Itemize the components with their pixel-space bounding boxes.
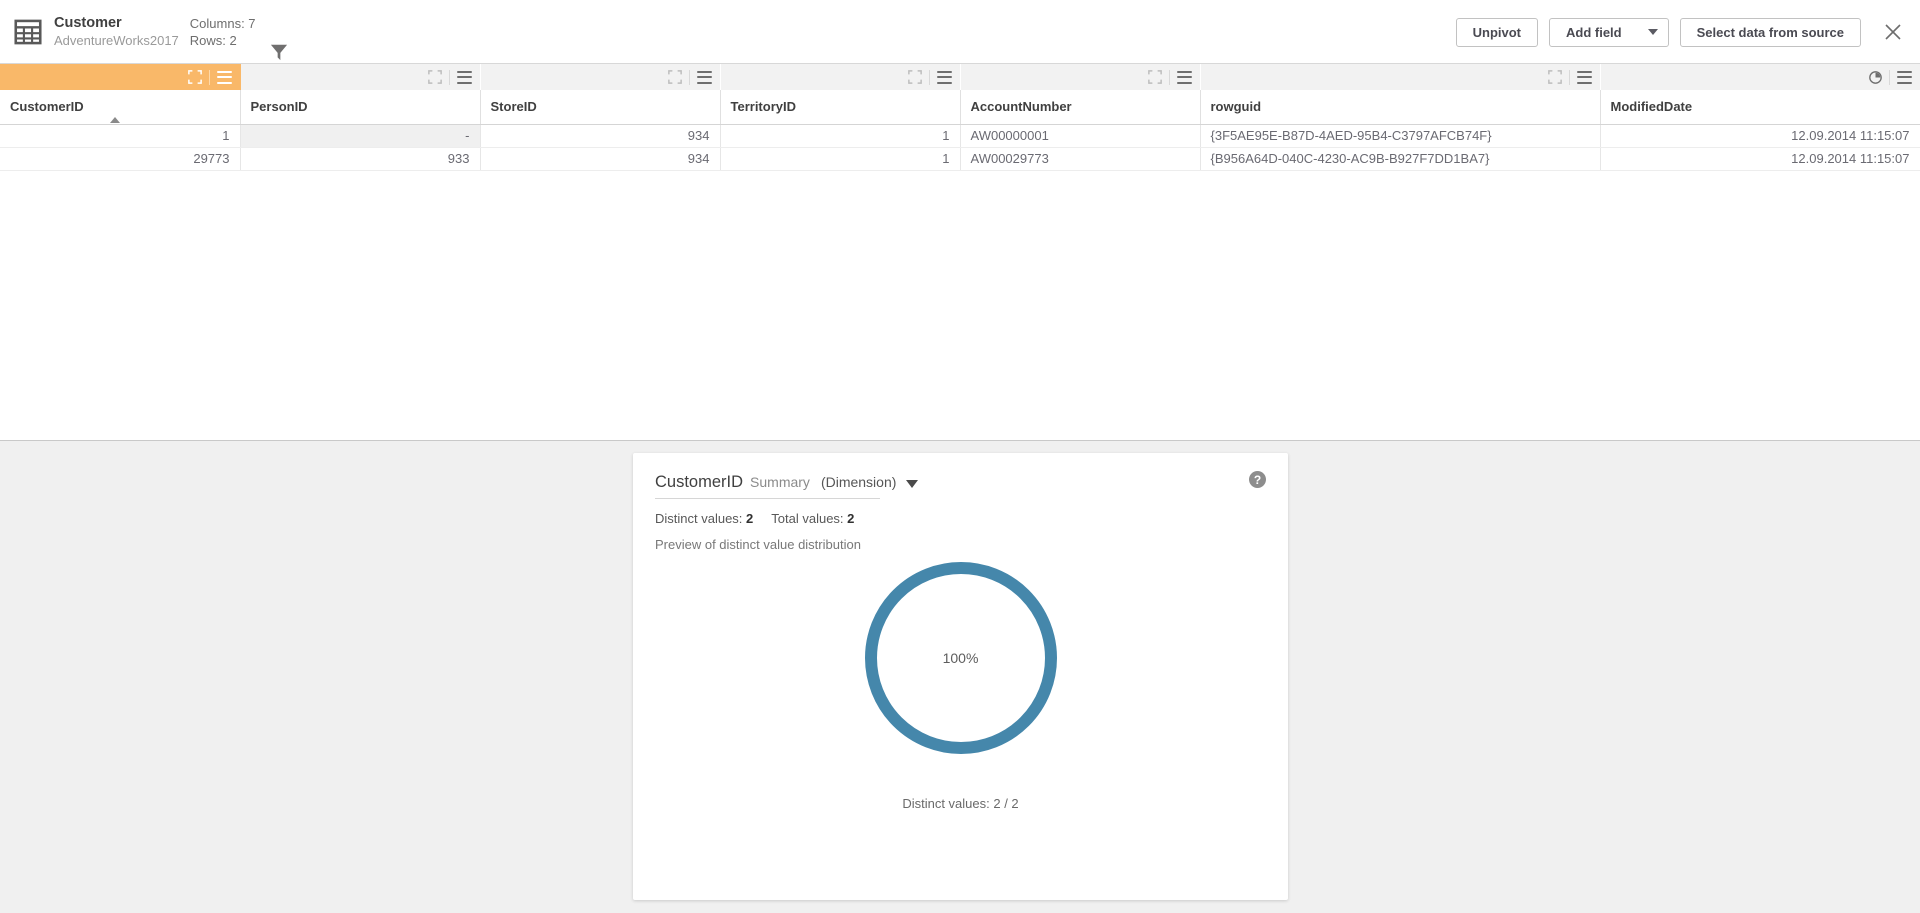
cell-TerritoryID[interactable]: 1	[720, 147, 961, 171]
expand-icon[interactable]	[907, 70, 922, 84]
tool-separator	[1168, 69, 1170, 85]
table-source: AdventureWorks2017	[54, 32, 179, 48]
cell-TerritoryID[interactable]: 1	[720, 124, 961, 148]
tool-separator	[1888, 69, 1890, 85]
close-icon[interactable]	[1880, 19, 1906, 45]
distinct-values-value: 2	[746, 511, 754, 526]
tool-separator	[688, 69, 690, 85]
column-header-label: ModifiedDate	[1610, 99, 1693, 115]
menu-icon[interactable]	[1576, 70, 1592, 84]
summary-field-name: CustomerID	[655, 473, 744, 491]
data-table-area: CustomerID PersonID StoreID TerritoryID Acco…	[0, 64, 1920, 440]
distinct-values-stat: Distinct values: 2	[655, 511, 753, 526]
menu-icon[interactable]	[696, 70, 712, 84]
column-tools-StoreID	[480, 64, 721, 90]
cell-rowguid[interactable]: {3F5AE95E-B87D-4AED-95B4-C3797AFCB74F}	[1200, 124, 1601, 148]
total-values-label: Total values:	[771, 511, 844, 526]
cell-ModifiedDate[interactable]: 12.09.2014 11:15:07	[1600, 124, 1920, 148]
column-header-label: CustomerID	[10, 99, 84, 115]
toolbar-actions: Unpivot Add field Select data from sourc…	[1455, 0, 1906, 64]
top-toolbar: Customer AdventureWorks2017 Columns: 7 R…	[0, 0, 1920, 64]
sort-ascending-icon	[110, 116, 120, 123]
field-summary-card: CustomerID Summary (Dimension) ? Distinc…	[633, 453, 1288, 900]
column-tools-PersonID	[240, 64, 481, 90]
cell-rowguid[interactable]: {B956A64D-040C-4230-AC9B-B927F7DD1BA7}	[1200, 147, 1601, 171]
tool-separator	[448, 69, 450, 85]
distinct-value-donut-chart: 100%	[633, 558, 1288, 788]
rows-count: Rows: 2	[189, 32, 237, 48]
column-header-ModifiedDate[interactable]: ModifiedDate	[1600, 90, 1920, 125]
help-icon[interactable]: ?	[1249, 471, 1266, 488]
tool-separator	[928, 69, 930, 85]
cell-PersonID[interactable]: 933	[240, 147, 481, 171]
columns-count: Columns: 7	[189, 15, 256, 31]
table-name: Customer	[54, 14, 122, 31]
table-title-block: Customer AdventureWorks2017	[54, 15, 179, 49]
cell-AccountNumber[interactable]: AW00029773	[960, 147, 1201, 171]
expand-icon[interactable]	[187, 70, 202, 84]
table-icon	[14, 19, 42, 44]
summary-dimension-label: (Dimension)	[820, 474, 897, 490]
column-header-CustomerID[interactable]: CustomerID	[0, 90, 241, 125]
table-counts: Columns: 7 Rows: 2	[190, 15, 262, 49]
tool-separator	[208, 69, 210, 85]
expand-icon[interactable]	[667, 70, 682, 84]
expand-icon[interactable]	[1147, 70, 1162, 84]
expand-icon[interactable]	[1547, 70, 1562, 84]
cell-StoreID[interactable]: 934	[480, 147, 721, 171]
column-header-label: StoreID	[490, 99, 537, 115]
preview-distribution-label: Preview of distinct value distribution	[655, 537, 861, 552]
column-header-label: PersonID	[250, 99, 308, 115]
tool-separator	[1568, 69, 1570, 85]
unpivot-button[interactable]: Unpivot	[1455, 17, 1538, 47]
column-header-rowguid[interactable]: rowguid	[1200, 90, 1601, 125]
menu-icon[interactable]	[456, 70, 472, 84]
cell-ModifiedDate[interactable]: 12.09.2014 11:15:07	[1600, 147, 1920, 171]
menu-icon[interactable]	[1176, 70, 1192, 84]
column-tools-rowguid	[1200, 64, 1601, 90]
column-header-label: TerritoryID	[730, 99, 797, 115]
column-tools-CustomerID	[0, 64, 241, 90]
column-header-StoreID[interactable]: StoreID	[480, 90, 721, 125]
summary-stats: Distinct values: 2 Total values: 2	[633, 499, 1288, 526]
chevron-down-icon	[1647, 29, 1658, 35]
column-header-label: rowguid	[1210, 99, 1262, 115]
cell-CustomerID[interactable]: 29773	[0, 147, 241, 171]
menu-icon[interactable]	[1896, 70, 1912, 84]
expand-icon[interactable]	[427, 70, 442, 84]
chevron-down-icon[interactable]	[906, 479, 919, 488]
cell-AccountNumber[interactable]: AW00000001	[960, 124, 1201, 148]
data-table: CustomerID PersonID StoreID TerritoryID Acco…	[0, 64, 1920, 171]
filter-icon[interactable]	[270, 43, 288, 61]
donut-caption: Distinct values: 2 / 2	[902, 796, 1019, 811]
column-header-AccountNumber[interactable]: AccountNumber	[960, 90, 1201, 125]
column-tools-TerritoryID	[720, 64, 961, 90]
column-header-PersonID[interactable]: PersonID	[240, 90, 481, 125]
menu-icon[interactable]	[936, 70, 952, 84]
table-row[interactable]: 29773 933 934 1 AW00029773 {B956A64D-040C-423…	[0, 147, 1920, 171]
column-tools-AccountNumber	[960, 64, 1201, 90]
menu-icon[interactable]	[216, 70, 232, 84]
column-header-row: CustomerID PersonID StoreID TerritoryID Acco…	[0, 90, 1920, 125]
donut-center-label: 100%	[942, 650, 979, 666]
column-tools-ModifiedDate	[1600, 64, 1920, 90]
total-values-value: 2	[847, 511, 855, 526]
total-values-stat: Total values: 2	[771, 511, 854, 526]
summary-panel-area: CustomerID Summary (Dimension) ? Distinc…	[0, 440, 1920, 913]
column-header-label: AccountNumber	[970, 99, 1072, 115]
distinct-values-label: Distinct values:	[655, 511, 743, 526]
cell-CustomerID[interactable]: 1	[0, 124, 241, 148]
select-data-from-source-button[interactable]: Select data from source	[1679, 17, 1861, 47]
summary-subtitle: Summary	[750, 474, 810, 490]
column-tools-row	[0, 64, 1920, 90]
add-field-button[interactable]: Add field	[1549, 17, 1669, 47]
cell-PersonID[interactable]: -	[240, 124, 481, 148]
add-field-label: Add field	[1566, 24, 1622, 40]
clock-icon[interactable]	[1868, 70, 1882, 84]
summary-card-header: CustomerID Summary (Dimension) ?	[633, 453, 1288, 492]
column-header-TerritoryID[interactable]: TerritoryID	[720, 90, 961, 125]
cell-StoreID[interactable]: 934	[480, 124, 721, 148]
table-row[interactable]: 1-934 1 AW00000001 {3F5AE95E-B87D-4AED-95B4…	[0, 124, 1920, 148]
